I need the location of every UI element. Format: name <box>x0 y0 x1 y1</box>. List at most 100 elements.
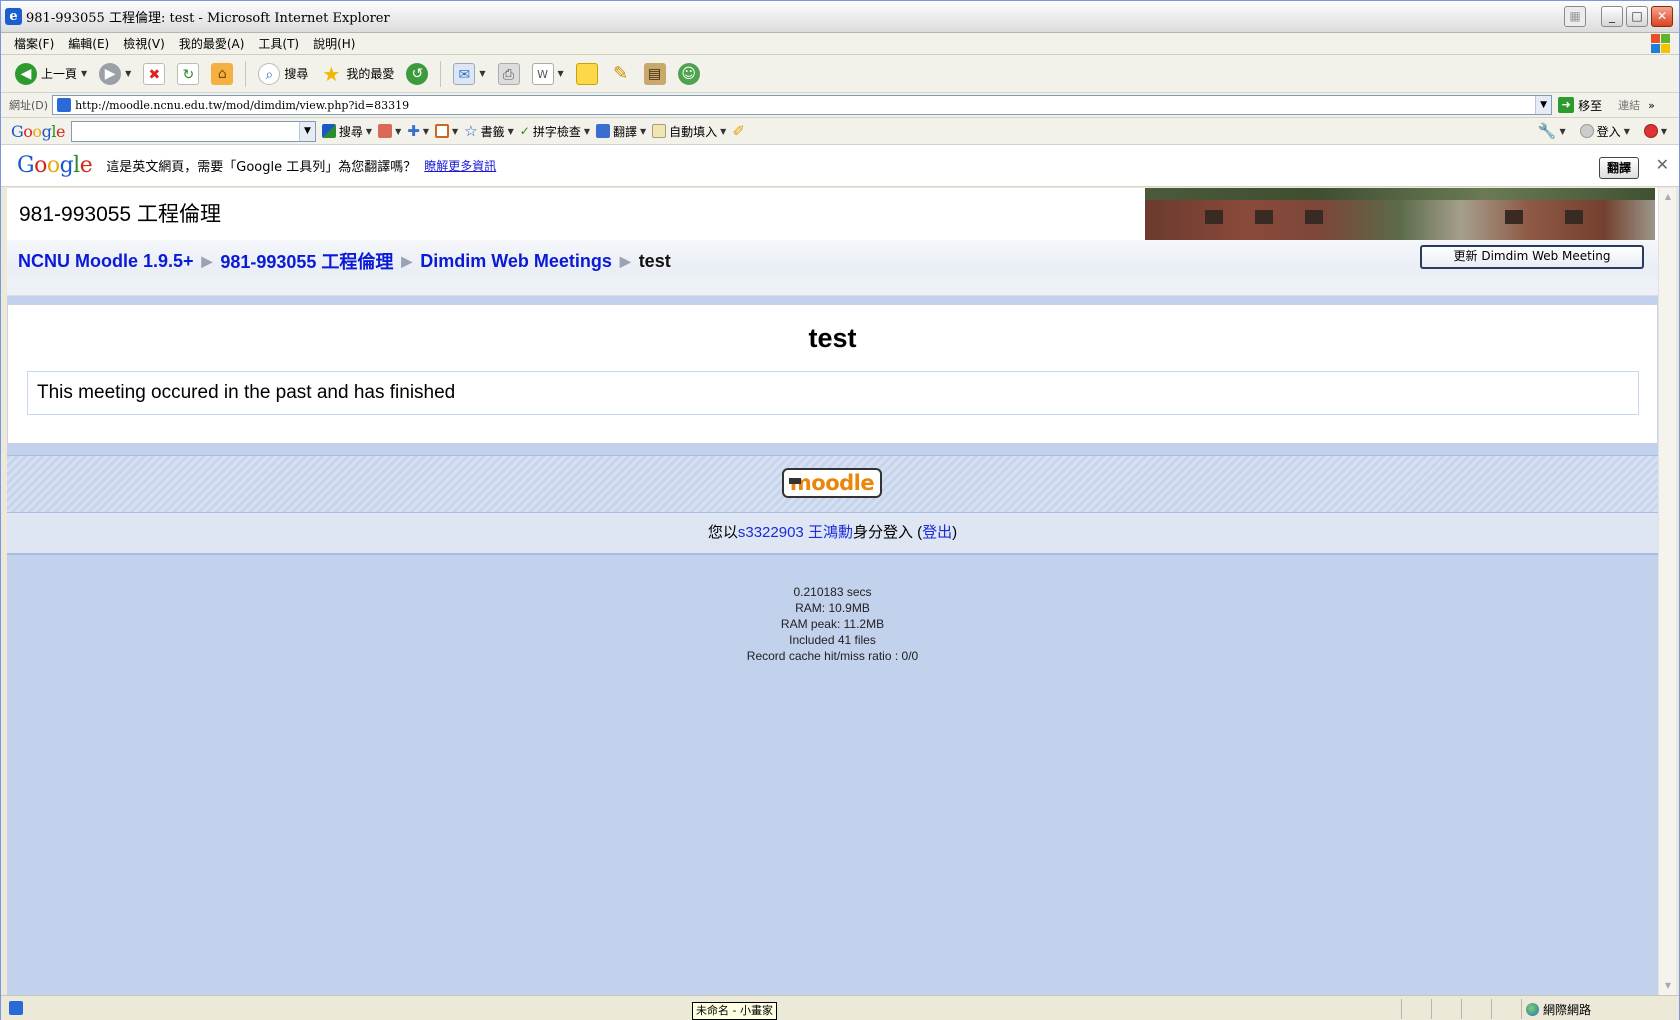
home-icon: ⌂ <box>211 62 234 85</box>
breadcrumb-course[interactable]: 981-993055 工程倫理 <box>220 248 393 274</box>
bookmarks-button[interactable]: ☆ 書籤 ▼ <box>464 122 514 140</box>
pagerank-dropdown-icon[interactable]: ▼ <box>395 127 401 136</box>
popup-dropdown-icon[interactable]: ▼ <box>452 127 458 136</box>
autofill-dropdown-icon[interactable]: ▼ <box>720 127 726 136</box>
user-profile-link[interactable]: s3322903 王鴻勳 <box>738 524 853 541</box>
address-url[interactable]: http://moodle.ncnu.edu.tw/mod/dimdim/vie… <box>75 99 409 112</box>
pagerank-button[interactable]: ▼ <box>378 124 401 138</box>
translate-icon <box>595 124 610 138</box>
perf-time: 0.210183 secs <box>793 585 872 599</box>
print-button[interactable]: ⎙ <box>494 61 524 87</box>
minimize-button[interactable]: _ <box>1601 6 1623 27</box>
wrench-icon: 🔧 <box>1537 122 1557 140</box>
address-input[interactable]: http://moodle.ncnu.edu.tw/mod/dimdim/vie… <box>52 95 1553 115</box>
forward-dropdown-icon[interactable]: ▼ <box>125 69 131 78</box>
research-button[interactable]: ▤ <box>640 61 670 87</box>
menu-favorites[interactable]: 我的最愛(A) <box>172 35 252 52</box>
status-bar: 網際網路 <box>1 995 1679 1020</box>
pen-button[interactable]: ✎ <box>606 61 636 87</box>
menu-file[interactable]: 檔案(F) <box>7 35 61 52</box>
breadcrumb-separator-icon: ▶ <box>401 252 413 269</box>
spellcheck-button[interactable]: ✓ 拼字檢查 ▼ <box>520 123 590 140</box>
popup-blocker-button[interactable]: ▼ <box>434 124 458 138</box>
logout-link[interactable]: 登出 <box>922 524 952 541</box>
go-button[interactable]: ➜ 移至 <box>1558 97 1602 114</box>
forward-button[interactable]: ▶ ▼ <box>95 61 135 87</box>
signin-dropdown-icon[interactable]: ▼ <box>1624 127 1630 136</box>
scroll-up-icon[interactable]: ▲ <box>1661 190 1675 204</box>
messenger-icon: ☺ <box>677 62 700 85</box>
search-label: 搜尋 <box>284 67 309 81</box>
favorites-button[interactable]: ★ 我的最愛 <box>316 61 398 87</box>
stop-button[interactable]: ✖ <box>139 61 169 87</box>
address-bar: 網址(D) http://moodle.ncnu.edu.tw/mod/dimd… <box>1 93 1679 118</box>
scroll-down-icon[interactable]: ▼ <box>1661 979 1675 993</box>
menu-edit[interactable]: 編輯(E) <box>61 35 116 52</box>
address-label: 網址(D) <box>9 99 49 112</box>
links-button[interactable]: 連結 <box>1618 97 1640 113</box>
navbar-strip <box>7 276 1658 296</box>
login-middle: 身分登入 ( <box>852 524 923 541</box>
google-search-dropdown-icon[interactable]: ▼ <box>298 121 315 141</box>
edit-button[interactable]: W ▼ <box>528 61 568 87</box>
menu-help[interactable]: 說明(H) <box>306 35 362 52</box>
breadcrumb-home[interactable]: NCNU Moodle 1.9.5+ <box>18 251 194 272</box>
vertical-scrollbar[interactable]: ▲ ▼ <box>1658 188 1676 995</box>
translate-page-button[interactable]: 翻譯 <box>1599 157 1639 179</box>
update-meeting-button[interactable]: 更新 Dimdim Web Meeting <box>1420 245 1644 269</box>
perf-ram: RAM: 10.9MB <box>795 601 870 615</box>
globe-icon <box>1525 1003 1539 1016</box>
ie-app-icon: e <box>5 8 22 25</box>
spellcheck-dropdown-icon[interactable]: ▼ <box>584 127 590 136</box>
add-dropdown-icon[interactable]: ▼ <box>423 127 429 136</box>
menu-view[interactable]: 檢視(V) <box>116 35 172 52</box>
address-dropdown-icon[interactable]: ▼ <box>1535 96 1552 114</box>
history-button[interactable]: ↺ <box>402 61 432 87</box>
add-button[interactable]: ✚ ▼ <box>407 122 429 140</box>
addon-icon <box>1643 124 1658 138</box>
maximize-button[interactable]: □ <box>1626 6 1648 27</box>
moodle-header: 981-993055 工程倫理 <box>7 188 1658 240</box>
messenger-button[interactable]: ☺ <box>674 61 704 87</box>
addon-dropdown-icon[interactable]: ▼ <box>1661 127 1667 136</box>
stop-icon: ✖ <box>143 62 166 85</box>
mail-dropdown-icon[interactable]: ▼ <box>479 69 485 78</box>
translate-button[interactable]: 翻譯 ▼ <box>595 123 646 140</box>
toolbar-separator <box>440 60 442 87</box>
autofill-button[interactable]: 自動填入 ▼ <box>652 123 726 140</box>
edit-dropdown-icon[interactable]: ▼ <box>558 69 564 78</box>
chevron-right-icon[interactable]: » <box>1648 99 1655 112</box>
menu-tools[interactable]: 工具(T) <box>251 35 306 52</box>
refresh-button[interactable]: ↻ <box>173 61 203 87</box>
settings-dropdown-icon[interactable]: ▼ <box>1560 127 1566 136</box>
home-button[interactable]: ⌂ <box>207 61 237 87</box>
learn-more-link[interactable]: 瞭解更多資訊 <box>424 157 496 174</box>
breadcrumb-dimdim[interactable]: Dimdim Web Meetings <box>420 251 612 272</box>
google-logo-large: Google <box>17 153 93 178</box>
google-toolbar: Google ▼ 搜尋 ▼ ▼ ✚ ▼ ▼ ☆ 書籤 ▼ ✓ 拼字檢查 ▼ 翻譯… <box>1 118 1679 145</box>
moodle-logo-link[interactable]: moodle <box>782 468 882 498</box>
research-addon-button[interactable]: ▼ <box>1643 124 1667 138</box>
perf-ram-peak: RAM peak: 11.2MB <box>780 617 885 631</box>
navigation-bar: NCNU Moodle 1.9.5+ ▶ 981-993055 工程倫理 ▶ D… <box>7 240 1658 276</box>
back-button[interactable]: ◀ 上一頁 ▼ <box>11 61 91 87</box>
google-search-input[interactable]: ▼ <box>70 120 316 142</box>
google-search-button[interactable]: 搜尋 ▼ <box>321 123 372 140</box>
note-button[interactable] <box>572 61 602 87</box>
settings-wrench-button[interactable]: 🔧 ▼ <box>1538 122 1566 140</box>
close-button[interactable]: ✕ <box>1651 6 1673 27</box>
research-icon: ▤ <box>643 62 666 85</box>
signin-button[interactable]: 登入 ▼ <box>1579 123 1630 140</box>
back-dropdown-icon[interactable]: ▼ <box>81 69 87 78</box>
mail-button[interactable]: ✉ ▼ <box>449 61 489 87</box>
meeting-status-text: This meeting occured in the past and has… <box>37 382 456 403</box>
signin-label: 登入 <box>1596 124 1621 139</box>
close-icon[interactable]: ✕ <box>1656 155 1669 174</box>
bookmarks-dropdown-icon[interactable]: ▼ <box>508 127 514 136</box>
popup-blocker-icon <box>434 124 449 138</box>
translate-dropdown-icon[interactable]: ▼ <box>640 127 646 136</box>
highlight-button[interactable]: ✐ <box>732 122 745 140</box>
google-search-dropdown-icon[interactable]: ▼ <box>366 127 372 136</box>
page-heading: test <box>808 323 857 353</box>
search-button[interactable]: ⌕ 搜尋 <box>254 61 312 87</box>
